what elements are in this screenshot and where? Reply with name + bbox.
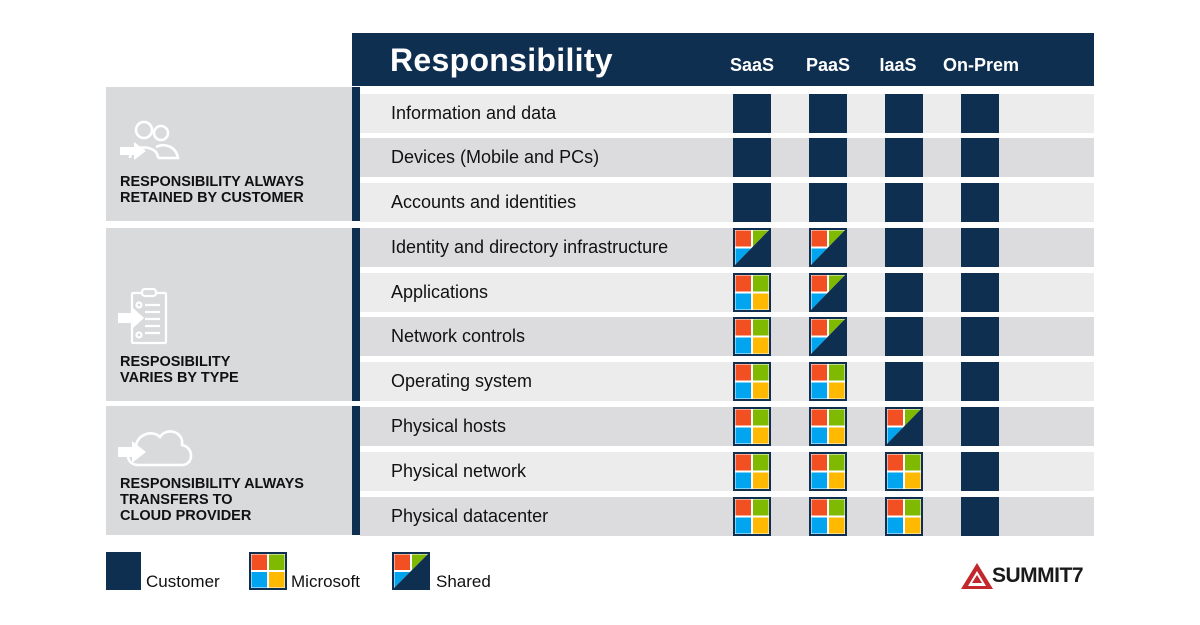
on-prem-customer-icon [961, 362, 999, 401]
table-row: Operating system [360, 362, 1094, 401]
table-row: Physical network [360, 452, 1094, 491]
iaas-customer-icon [885, 94, 923, 133]
row-label: Operating system [391, 371, 533, 391]
saas-customer-icon [733, 138, 771, 177]
summit7-mountain-icon [960, 562, 994, 595]
paas-microsoft-icon [809, 407, 847, 446]
cloud-arrow-icon [118, 423, 196, 474]
column-header-on-prem: On-Prem [942, 55, 1020, 75]
iaas-customer-icon [885, 317, 923, 356]
group-label-line: TRANSFERS TO [120, 492, 233, 508]
on-prem-customer-icon [961, 452, 999, 491]
saas-customer-icon [733, 94, 771, 133]
row-label: Information and data [391, 103, 557, 123]
group-divider-bar [352, 87, 360, 221]
paas-customer-icon [809, 94, 847, 133]
row-label: Devices (Mobile and PCs) [391, 147, 600, 167]
row-label: Physical hosts [391, 416, 507, 436]
group-label-line: RESPONSIBILITY ALWAYS [120, 174, 304, 190]
column-header-saas: SaaS [729, 55, 775, 75]
paas-shared-icon [809, 317, 847, 356]
on-prem-customer-icon [961, 317, 999, 356]
legend-label: Shared [436, 572, 491, 591]
group-label-line: RETAINED BY CUSTOMER [120, 190, 304, 206]
row-label: Physical datacenter [391, 506, 549, 526]
paas-shared-icon [809, 273, 847, 312]
saas-shared-icon [733, 228, 771, 267]
column-header-iaas: IaaS [879, 55, 917, 75]
paas-customer-icon [809, 183, 847, 222]
row-label: Accounts and identities [391, 192, 577, 212]
logo-text: SUMMIT7 [992, 564, 1084, 587]
table-row: Accounts and identities [360, 183, 1094, 222]
shared-swatch-icon [392, 552, 430, 595]
paas-microsoft-icon [809, 497, 847, 536]
group-label-transfers: RESPONSIBILITY ALWAYS TRANSFERS TO CLOUD… [120, 476, 304, 524]
group-label-retained: RESPONSIBILITY ALWAYS RETAINED BY CUSTOM… [120, 174, 304, 206]
iaas-customer-icon [885, 362, 923, 401]
iaas-shared-icon [885, 407, 923, 446]
group-label-line: CLOUD PROVIDER [120, 508, 252, 524]
saas-customer-icon [733, 183, 771, 222]
group-divider-bar [352, 406, 360, 535]
table-row: Information and data [360, 94, 1094, 133]
table-row: Applications [360, 273, 1094, 312]
paas-shared-icon [809, 228, 847, 267]
row-label: Identity and directory infrastructure [391, 237, 669, 257]
group-divider-bar [352, 228, 360, 401]
microsoft-swatch-icon [249, 552, 287, 595]
column-header-paas: PaaS [805, 55, 851, 75]
on-prem-customer-icon [961, 497, 999, 536]
clipboard-arrow-icon [118, 287, 172, 351]
row-label: Physical network [391, 461, 527, 481]
users-arrow-icon [118, 118, 186, 167]
on-prem-customer-icon [961, 94, 999, 133]
group-label-line: RESPONSIBILITY ALWAYS [120, 476, 304, 492]
table-row: Physical datacenter [360, 497, 1094, 536]
on-prem-customer-icon [961, 228, 999, 267]
saas-microsoft-icon [733, 407, 771, 446]
table-row: Identity and directory infrastructure [360, 228, 1094, 267]
iaas-microsoft-icon [885, 452, 923, 491]
saas-microsoft-icon [733, 273, 771, 312]
group-label-line: RESPOSIBILITY [120, 354, 231, 370]
saas-microsoft-icon [733, 452, 771, 491]
saas-microsoft-icon [733, 497, 771, 536]
table-row: Physical hosts [360, 407, 1094, 446]
saas-microsoft-icon [733, 317, 771, 356]
group-label-varies: RESPOSIBILITY VARIES BY TYPE [120, 354, 239, 386]
on-prem-customer-icon [961, 138, 999, 177]
legend-label: Microsoft [291, 572, 360, 591]
iaas-customer-icon [885, 138, 923, 177]
iaas-customer-icon [885, 183, 923, 222]
row-label: Applications [391, 282, 489, 302]
iaas-microsoft-icon [885, 497, 923, 536]
iaas-customer-icon [885, 273, 923, 312]
paas-microsoft-icon [809, 452, 847, 491]
on-prem-customer-icon [961, 183, 999, 222]
paas-customer-icon [809, 138, 847, 177]
legend-label: Customer [146, 572, 220, 591]
paas-microsoft-icon [809, 362, 847, 401]
iaas-customer-icon [885, 228, 923, 267]
on-prem-customer-icon [961, 407, 999, 446]
saas-microsoft-icon [733, 362, 771, 401]
table-row: Network controls [360, 317, 1094, 356]
customer-swatch-icon [106, 552, 141, 595]
table-row: Devices (Mobile and PCs) [360, 138, 1094, 177]
header-title: Responsibility [390, 42, 613, 78]
group-label-line: VARIES BY TYPE [120, 370, 239, 386]
on-prem-customer-icon [961, 273, 999, 312]
row-label: Network controls [391, 326, 526, 346]
